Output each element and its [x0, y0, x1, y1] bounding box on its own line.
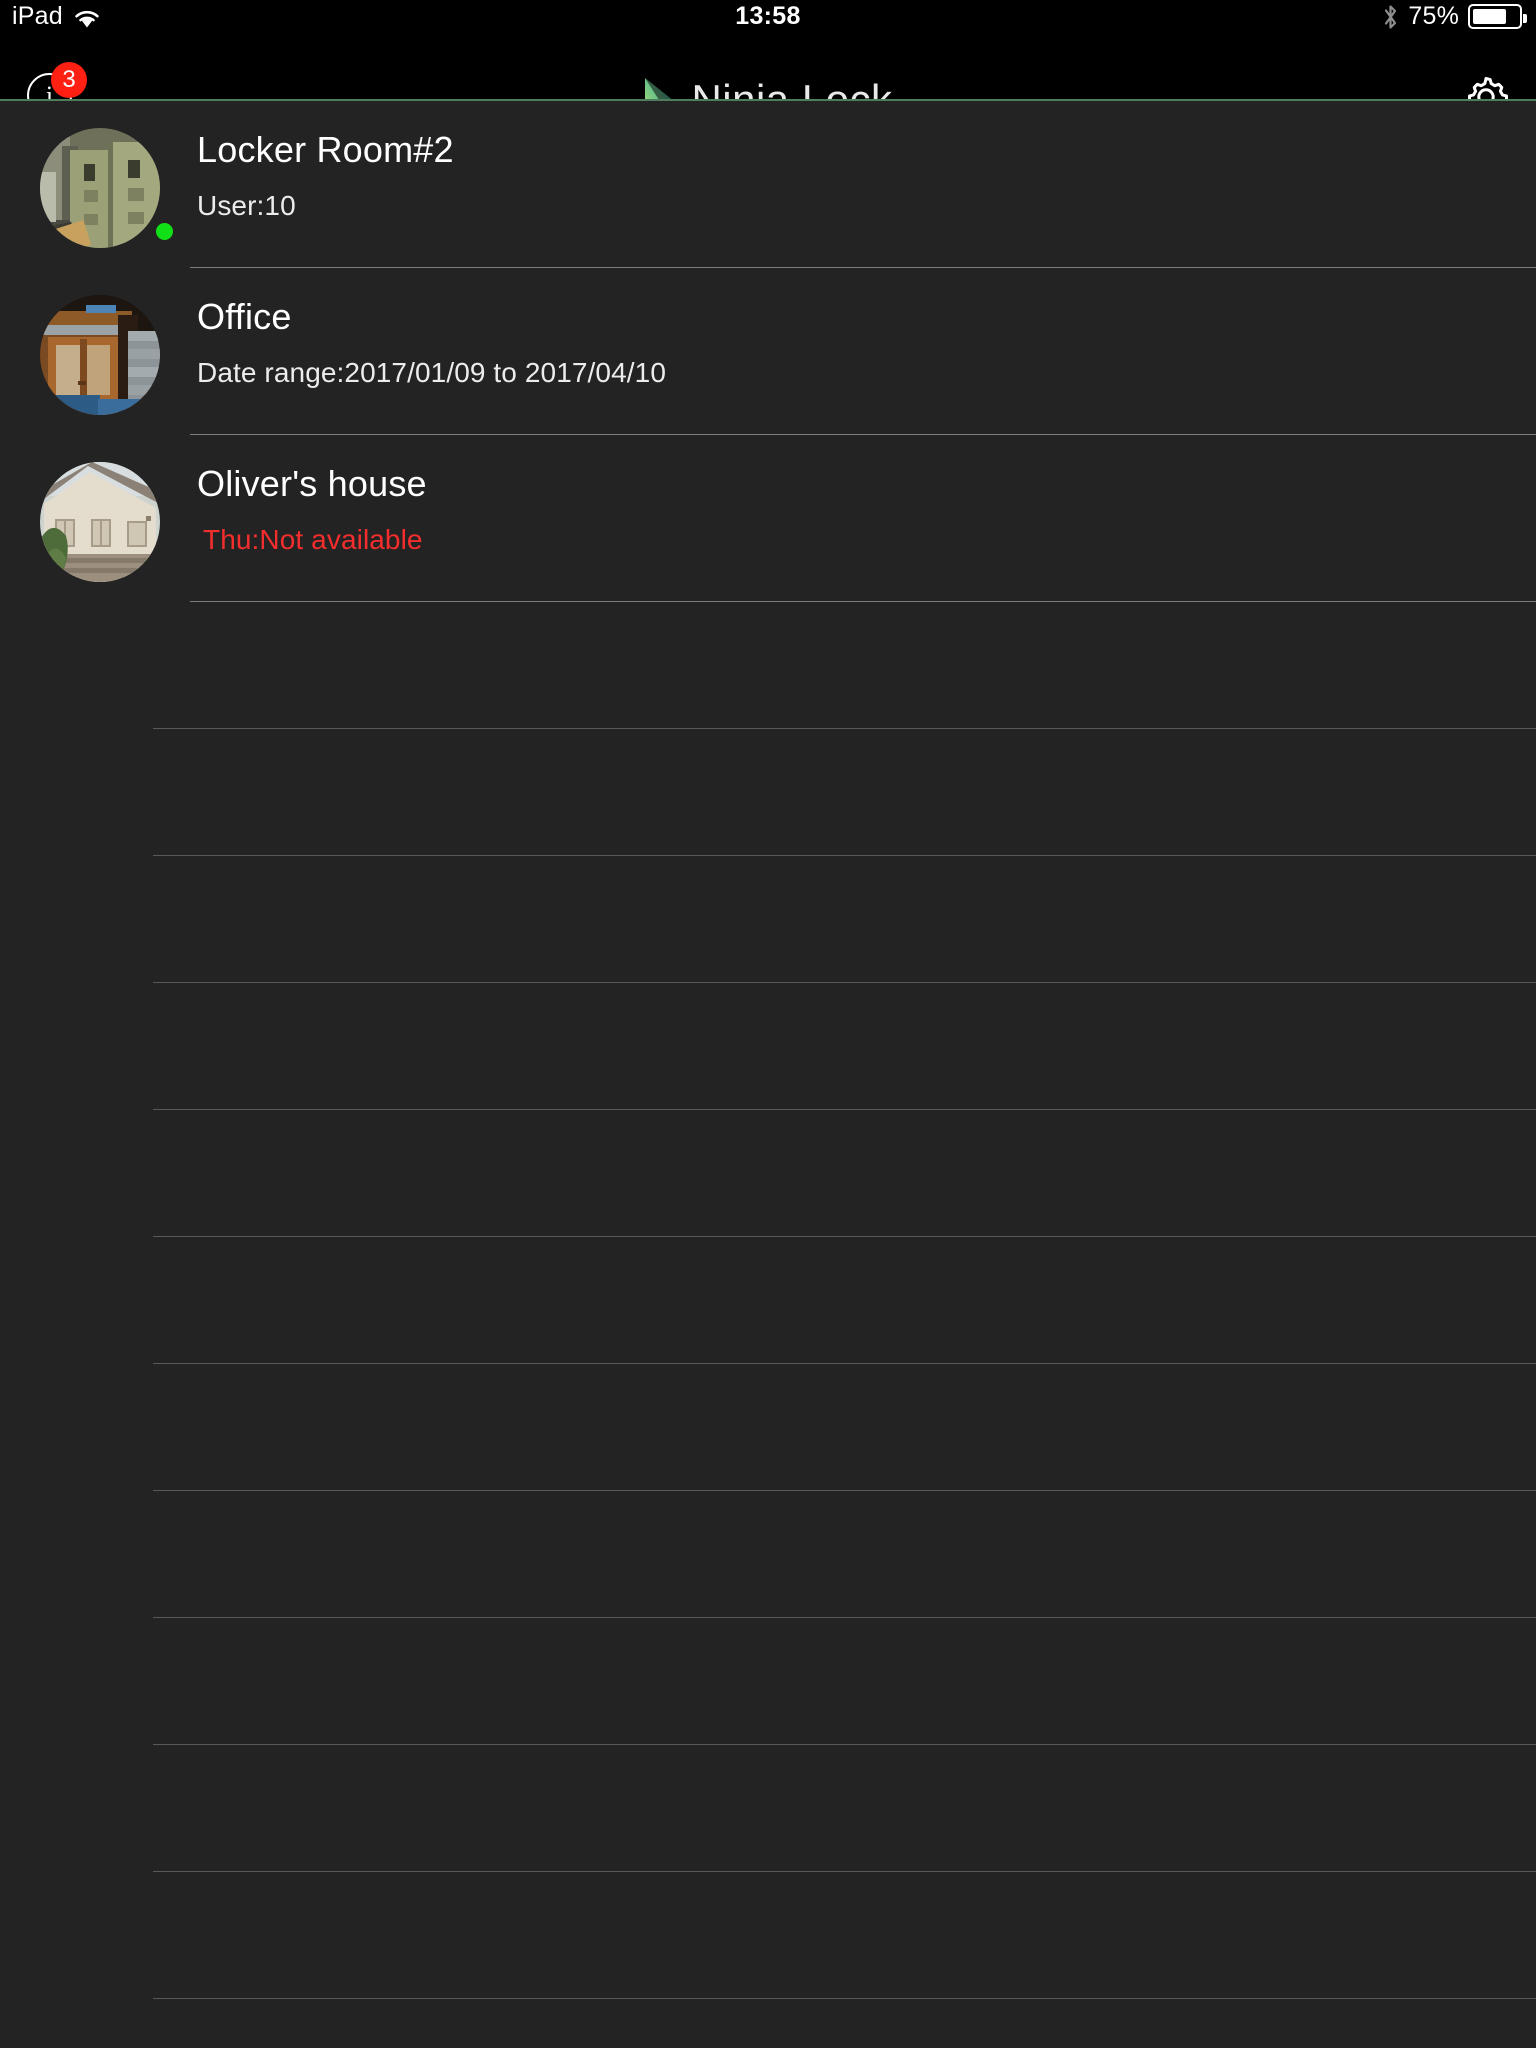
lock-name: Locker Room#2 — [197, 129, 454, 170]
lock-list[interactable]: Locker Room#2 User:10 Office Date range:… — [0, 101, 1536, 2048]
empty-list-row — [0, 856, 1536, 983]
lock-name: Office — [197, 296, 292, 337]
list-separator — [153, 1998, 1536, 1999]
lock-thumbnail-office — [40, 295, 160, 415]
lock-name: Oliver's house — [197, 463, 427, 504]
empty-list-row — [0, 602, 1536, 729]
empty-list-row — [0, 1618, 1536, 1745]
empty-list-row — [0, 1364, 1536, 1491]
lock-thumbnail-house — [40, 462, 160, 582]
empty-list-row — [0, 1237, 1536, 1364]
app-navigation-bar: i 3 Ninja Lock — [0, 33, 1536, 123]
bluetooth-icon — [1382, 4, 1399, 30]
empty-list-row — [0, 1745, 1536, 1872]
battery-percent-label: 75% — [1408, 2, 1459, 30]
lock-detail: User:10 — [197, 190, 296, 221]
battery-icon — [1468, 4, 1527, 29]
empty-list-row — [0, 1110, 1536, 1237]
online-status-dot — [156, 223, 173, 240]
empty-list-row — [0, 983, 1536, 1110]
status-bar-right-group: 75% — [1382, 2, 1527, 31]
list-item[interactable]: Locker Room#2 User:10 — [0, 101, 1536, 268]
lock-detail: Date range:2017/01/09 to 2017/04/10 — [197, 357, 666, 388]
empty-list-region — [0, 602, 1536, 1999]
empty-list-row — [0, 729, 1536, 856]
status-bar-clock: 13:58 — [735, 2, 801, 30]
ios-status-bar: iPad 13:58 75% — [0, 0, 1536, 33]
list-item[interactable]: Oliver's house Thu:Not available — [0, 435, 1536, 602]
lock-detail-unavailable: Thu:Not available — [203, 524, 423, 555]
lock-thumbnail-locker-room — [40, 128, 160, 248]
empty-list-row — [0, 1491, 1536, 1618]
list-item[interactable]: Office Date range:2017/01/09 to 2017/04/… — [0, 268, 1536, 435]
empty-list-row — [0, 1872, 1536, 1999]
